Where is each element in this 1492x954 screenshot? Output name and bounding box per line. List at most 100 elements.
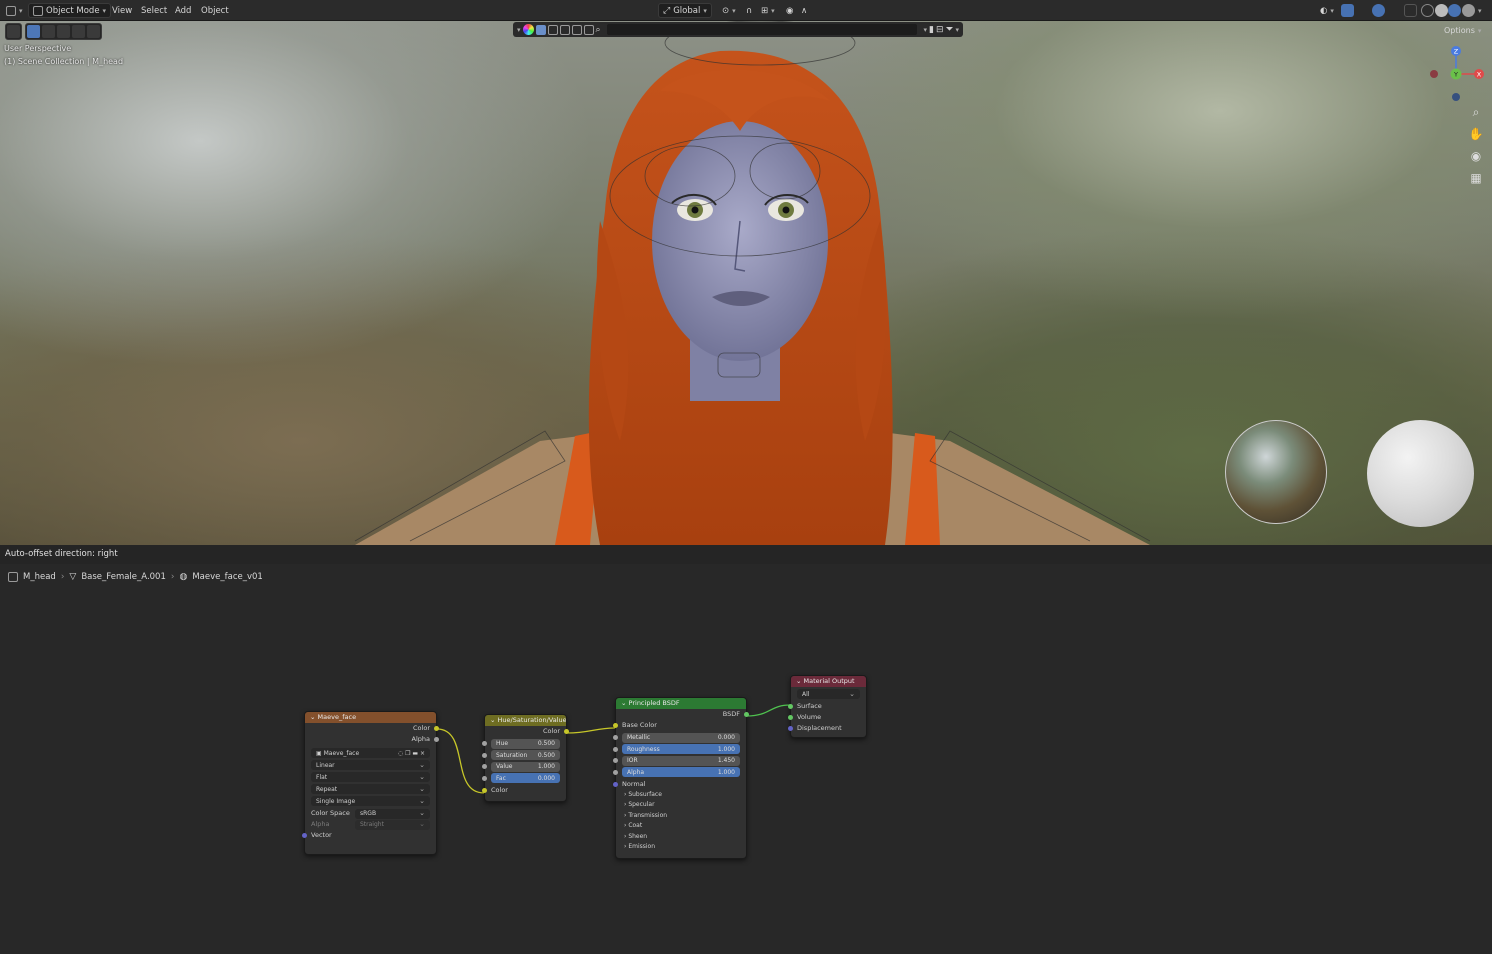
hue-field[interactable]: Hue 0.500 bbox=[482, 738, 560, 749]
snap-button[interactable]: ∩ bbox=[742, 3, 756, 18]
input-socket[interactable] bbox=[482, 764, 487, 769]
folder-icon[interactable]: ▬ bbox=[412, 750, 418, 757]
input-socket[interactable] bbox=[482, 741, 487, 746]
input-socket[interactable] bbox=[788, 726, 793, 731]
wireframe-shading-icon[interactable] bbox=[1421, 4, 1434, 17]
node-header[interactable]: ⌄ Hue/Saturation/Value bbox=[485, 715, 566, 726]
collapse-chevron-icon[interactable]: ⌄ bbox=[621, 699, 626, 707]
panel-emission[interactable]: › Emission bbox=[616, 842, 746, 853]
projection-dropdown[interactable]: Flat ⌄ bbox=[311, 772, 430, 782]
material-shading-icon[interactable] bbox=[1448, 4, 1461, 17]
chevron-down-icon[interactable]: ▾ bbox=[517, 26, 521, 34]
navigation-gizmo[interactable]: Z Y X bbox=[1426, 43, 1488, 105]
select-new-icon[interactable] bbox=[27, 25, 40, 38]
mode-dropdown[interactable]: Object Mode ▾ bbox=[28, 3, 112, 18]
pivot-point-button[interactable]: ⊙ ▾ bbox=[718, 3, 740, 18]
gizmo-toggle-icon[interactable] bbox=[1341, 4, 1354, 17]
panel-coat[interactable]: › Coat bbox=[616, 821, 746, 832]
light-filter-icon[interactable] bbox=[559, 24, 570, 35]
curve-filter-icon[interactable] bbox=[547, 24, 558, 35]
select-subtract-icon[interactable] bbox=[57, 25, 70, 38]
search-input[interactable] bbox=[606, 24, 918, 35]
menu-add[interactable]: Add bbox=[171, 3, 195, 18]
bookmark-icon[interactable]: ▮ bbox=[929, 25, 934, 35]
node-header[interactable]: ⌄ Material Output bbox=[791, 676, 866, 687]
collapse-chevron-icon[interactable]: ⌄ bbox=[310, 713, 315, 721]
camera-filter-icon[interactable] bbox=[571, 24, 582, 35]
copy-icon[interactable]: ❐ bbox=[405, 750, 410, 757]
solid-shading-icon[interactable] bbox=[1435, 4, 1448, 17]
layout-icon[interactable]: ⊟ bbox=[936, 25, 944, 35]
editor-type-button[interactable]: ▾ bbox=[2, 3, 27, 18]
mesh-filter-icon[interactable] bbox=[535, 24, 546, 35]
fake-user-icon[interactable]: ◌ bbox=[398, 750, 403, 757]
visibility-button[interactable]: ◐ ▾ bbox=[1316, 3, 1338, 18]
metallic-field[interactable]: Metallic 0.000 bbox=[613, 732, 740, 743]
output-socket[interactable] bbox=[434, 726, 439, 731]
menu-view[interactable]: View bbox=[108, 3, 136, 18]
chevron-down-icon[interactable]: ▾ bbox=[923, 26, 927, 34]
collapse-chevron-icon[interactable]: ⌄ bbox=[490, 716, 495, 724]
extension-dropdown[interactable]: Repeat ⌄ bbox=[311, 784, 430, 794]
chevron-down-icon[interactable]: ▾ bbox=[955, 26, 959, 34]
panel-specular[interactable]: › Specular bbox=[616, 800, 746, 811]
color-picker-icon[interactable] bbox=[522, 24, 534, 35]
principled-bsdf-node[interactable]: ⌄ Principled BSDF BSDF Base Color Metall… bbox=[613, 697, 749, 859]
color-space-dropdown[interactable]: sRGB ⌄ bbox=[355, 808, 430, 819]
input-socket[interactable] bbox=[788, 715, 793, 720]
input-socket[interactable] bbox=[482, 775, 487, 781]
select-tool-group[interactable] bbox=[5, 23, 22, 40]
snap-target-button[interactable]: ⊞ ▾ bbox=[757, 3, 779, 18]
node-header[interactable]: ⌄ Principled BSDF bbox=[616, 698, 746, 709]
image-selector[interactable]: ▣ Maeve_face ◌ ❐ ▬ × bbox=[311, 748, 430, 758]
roughness-field[interactable]: Roughness 1.000 bbox=[613, 744, 740, 754]
proportional-edit-button[interactable]: ◉ bbox=[782, 3, 797, 18]
node-header[interactable]: ⌄ Maeve_face bbox=[305, 712, 436, 723]
alpha-dropdown[interactable]: Straight ⌄ bbox=[355, 819, 430, 830]
input-socket[interactable] bbox=[613, 723, 618, 728]
input-socket[interactable] bbox=[613, 735, 618, 740]
camera-icon[interactable]: ◉ bbox=[1467, 147, 1485, 165]
panel-transmission[interactable]: › Transmission bbox=[616, 811, 746, 822]
select-invert-icon[interactable] bbox=[72, 25, 85, 38]
options-dropdown[interactable]: Options ▾ bbox=[1440, 23, 1485, 38]
input-socket[interactable] bbox=[482, 787, 487, 793]
collapse-chevron-icon[interactable]: ⌄ bbox=[796, 677, 801, 685]
falloff-button[interactable]: ∧ bbox=[797, 3, 811, 18]
grid-icon[interactable]: ▦ bbox=[1467, 169, 1485, 187]
alpha-field[interactable]: Alpha 1.000 bbox=[613, 767, 740, 777]
output-socket[interactable] bbox=[434, 737, 439, 742]
value-field[interactable]: Value 1.000 bbox=[482, 761, 560, 772]
zoom-icon[interactable]: ⌕ bbox=[1467, 103, 1485, 121]
panel-sheen[interactable]: › Sheen bbox=[616, 832, 746, 843]
interpolation-dropdown[interactable]: Linear ⌄ bbox=[311, 760, 430, 770]
shader-node-editor[interactable]: M_head › ▽ Base_Female_A.001 › ◍ Maeve_f… bbox=[0, 564, 1492, 954]
filter-icon[interactable]: ⏷ bbox=[945, 24, 953, 35]
menu-object[interactable]: Object bbox=[197, 3, 233, 18]
input-socket[interactable] bbox=[613, 769, 618, 775]
breadcrumb-mesh[interactable]: Base_Female_A.001 bbox=[81, 572, 166, 582]
xray-toggle-icon[interactable] bbox=[1404, 4, 1417, 17]
transform-orientation-dropdown[interactable]: ⤢ Global ▾ bbox=[658, 3, 712, 18]
breadcrumb-object[interactable]: M_head bbox=[23, 572, 56, 582]
output-socket[interactable] bbox=[564, 729, 569, 734]
input-socket[interactable] bbox=[482, 752, 487, 758]
3d-viewport[interactable]: ▾ ⌕ ▾ ▮ ⊟ ⏷ ▾ Options ▾ User Perspective… bbox=[0, 21, 1492, 545]
select-extend-icon[interactable] bbox=[42, 25, 55, 38]
image-texture-node[interactable]: ⌄ Maeve_face Color Alpha ▣ Maeve_face ◌ … bbox=[302, 711, 439, 855]
input-socket[interactable] bbox=[613, 758, 618, 763]
material-output-node[interactable]: ⌄ Material Output All ⌄ Surface Volume Di… bbox=[788, 675, 867, 738]
output-socket[interactable] bbox=[744, 712, 749, 717]
breadcrumb-material[interactable]: Maeve_face_v01 bbox=[192, 572, 262, 582]
source-dropdown[interactable]: Single Image ⌄ bbox=[311, 796, 430, 806]
input-socket[interactable] bbox=[302, 833, 307, 838]
shading-options-button[interactable]: ▾ bbox=[1474, 3, 1486, 18]
fac-field[interactable]: Fac 0.000 bbox=[482, 773, 560, 783]
selection-mode-group[interactable] bbox=[25, 23, 102, 40]
input-socket[interactable] bbox=[788, 704, 793, 709]
menu-select[interactable]: Select bbox=[137, 3, 171, 18]
input-socket[interactable] bbox=[613, 746, 618, 752]
close-icon[interactable]: × bbox=[420, 750, 425, 757]
panel-subsurface[interactable]: › Subsurface bbox=[616, 790, 746, 801]
saturation-field[interactable]: Saturation 0.500 bbox=[482, 750, 560, 760]
